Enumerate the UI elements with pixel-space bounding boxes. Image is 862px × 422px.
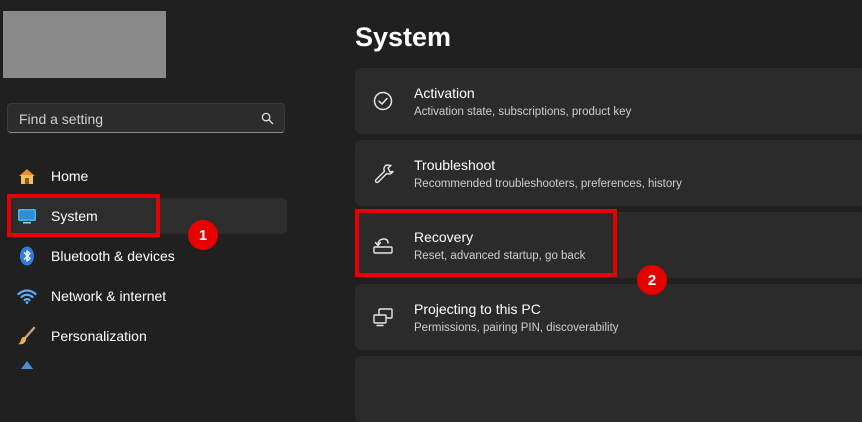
sidebar-item-home[interactable]: Home <box>7 158 287 194</box>
search-box[interactable]: Find a setting <box>7 103 285 133</box>
card-activation[interactable]: Activation Activation state, subscriptio… <box>355 68 862 134</box>
sidebar-item-bluetooth[interactable]: Bluetooth & devices <box>7 238 287 274</box>
page-title: System <box>355 22 452 52</box>
step-badge-2: 2 <box>637 265 667 295</box>
card-projecting[interactable]: Projecting to this PC Permissions, pairi… <box>355 284 862 350</box>
sidebar-item-personalization[interactable]: Personalization <box>7 318 287 354</box>
card-subtitle: Activation state, subscriptions, product… <box>414 106 632 118</box>
sidebar-item-label: Personalization <box>51 328 147 344</box>
search-icon[interactable] <box>261 112 274 125</box>
sidebar-item-network[interactable]: Network & internet <box>7 278 287 314</box>
home-icon <box>19 169 35 184</box>
card-subtitle: Recommended troubleshooters, preferences… <box>414 178 682 190</box>
highlight-box-recovery <box>355 209 617 277</box>
wrench-icon <box>374 164 394 184</box>
sidebar-item-label: Home <box>51 168 89 184</box>
sidebar-item-partial-icon <box>21 361 33 369</box>
search-input[interactable]: Find a setting <box>19 111 103 127</box>
bluetooth-icon <box>20 246 34 266</box>
sidebar: Find a setting Home System Bluetooth & d… <box>0 0 300 369</box>
account-avatar[interactable] <box>3 11 166 78</box>
card-title: Activation <box>414 85 475 101</box>
sidebar-item-label: Network & internet <box>51 288 167 304</box>
card-subtitle: Permissions, pairing PIN, discoverabilit… <box>414 322 619 334</box>
card-partial[interactable] <box>355 356 862 422</box>
brush-icon <box>18 326 36 345</box>
wifi-icon <box>17 289 37 304</box>
check-circle-icon <box>373 91 393 111</box>
card-troubleshoot[interactable]: Troubleshoot Recommended troubleshooters… <box>355 140 862 206</box>
projecting-icon <box>373 308 393 327</box>
card-title: Troubleshoot <box>414 157 496 173</box>
card-title: Projecting to this PC <box>414 301 541 317</box>
step-badge-1: 1 <box>188 220 218 250</box>
highlight-box-system <box>7 194 160 237</box>
sidebar-item-label: Bluetooth & devices <box>51 248 175 264</box>
